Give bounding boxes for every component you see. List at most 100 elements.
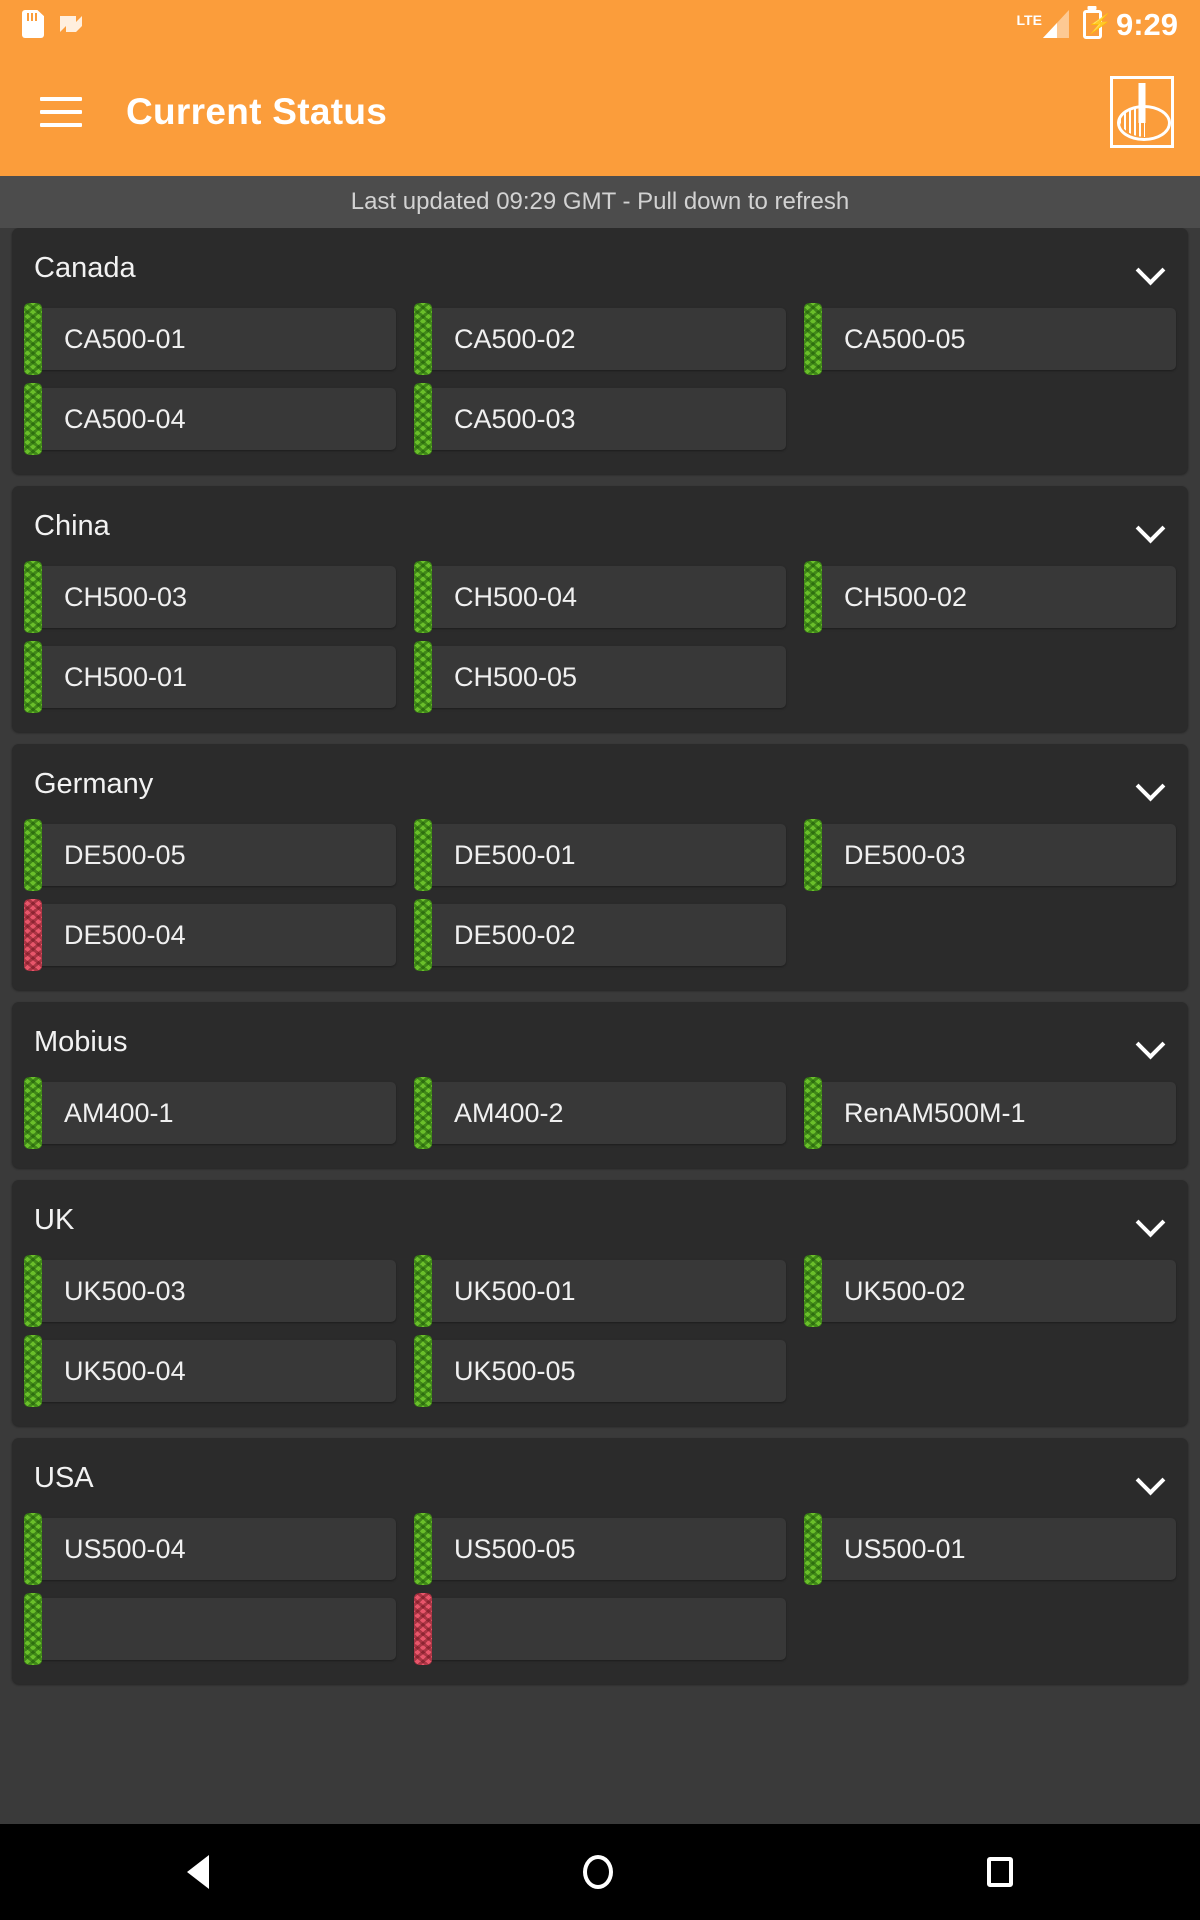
- machine-cell: CA500-05: [803, 303, 1176, 375]
- machine-card[interactable]: UK500-03: [24, 1255, 396, 1327]
- machine-card[interactable]: CA500-04: [24, 383, 396, 455]
- status-indicator-ok: [413, 1255, 432, 1327]
- group-header-usa[interactable]: USA: [12, 1438, 1188, 1518]
- machine-card[interactable]: AM400-2: [413, 1077, 786, 1149]
- machine-card[interactable]: CH500-05: [413, 641, 786, 713]
- machine-card[interactable]: UK500-04: [24, 1335, 396, 1407]
- machine-card[interactable]: CA500-02: [413, 303, 786, 375]
- machine-card[interactable]: CH500-02: [803, 561, 1176, 633]
- machine-card[interactable]: [24, 1593, 396, 1665]
- group-title: UK: [34, 1203, 75, 1236]
- machine-cell: UK500-02: [803, 1255, 1176, 1327]
- machine-cell: UK500-04: [24, 1335, 396, 1407]
- machine-card[interactable]: [413, 1593, 786, 1665]
- group-title: USA: [34, 1461, 94, 1494]
- status-indicator-ok: [24, 561, 42, 633]
- machine-name-label: DE500-02: [453, 919, 576, 950]
- machine-card[interactable]: UK500-05: [413, 1335, 786, 1407]
- machine-cell: DE500-04: [24, 899, 396, 971]
- machine-cell: AM400-1: [24, 1077, 396, 1149]
- app-bar: Current Status: [0, 48, 1200, 176]
- status-indicator-ok: [803, 561, 822, 633]
- machine-card[interactable]: US500-05: [413, 1513, 786, 1585]
- machine-cell: CA500-02: [413, 303, 786, 375]
- machine-grid: AM400-1 AM400-2 RenAM500M-1: [12, 1077, 1188, 1149]
- status-indicator-ok: [803, 1077, 822, 1149]
- machine-card[interactable]: US500-04: [24, 1513, 396, 1585]
- machine-cell: CA500-03: [413, 383, 786, 455]
- machine-card[interactable]: DE500-02: [413, 899, 786, 971]
- machine-card[interactable]: CA500-01: [24, 303, 396, 375]
- group-header-uk[interactable]: UK: [12, 1180, 1188, 1260]
- group-header-mobius[interactable]: Mobius: [12, 1002, 1188, 1082]
- chevron-down-icon[interactable]: [1136, 1206, 1164, 1234]
- machine-group: Germany DE500-05 DE500-01 DE500-03 DE500-04 D…: [12, 744, 1188, 990]
- machine-card[interactable]: DE500-04: [24, 899, 396, 971]
- machine-name-label: DE500-05: [64, 839, 186, 870]
- machine-card[interactable]: DE500-05: [24, 819, 396, 891]
- machine-card[interactable]: UK500-02: [803, 1255, 1176, 1327]
- chevron-down-icon[interactable]: [1136, 1464, 1164, 1492]
- machine-name-label: US500-05: [453, 1533, 576, 1564]
- machine-card[interactable]: AM400-1: [24, 1077, 396, 1149]
- status-indicator-ok: [803, 303, 822, 375]
- status-indicator-ok: [24, 1593, 42, 1665]
- machine-cell: DE500-01: [413, 819, 786, 891]
- machine-card[interactable]: DE500-01: [413, 819, 786, 891]
- last-updated-banner[interactable]: Last updated 09:29 GMT - Pull down to re…: [0, 176, 1200, 228]
- back-triangle-icon[interactable]: [187, 1855, 209, 1889]
- status-indicator-error: [413, 1593, 432, 1665]
- machine-card[interactable]: CH500-03: [24, 561, 396, 633]
- chevron-down-icon[interactable]: [1136, 1028, 1164, 1056]
- machine-card[interactable]: RenAM500M-1: [803, 1077, 1176, 1149]
- status-indicator-ok: [24, 1335, 42, 1407]
- clock-label: 9:29: [1115, 6, 1178, 42]
- chevron-down-icon[interactable]: [1136, 254, 1164, 282]
- status-indicator-ok: [413, 303, 432, 375]
- machine-name-label: CH500-02: [843, 581, 968, 612]
- machine-group-list[interactable]: Canada CA500-01 CA500-02 CA500-05 CA500-04 CA…: [0, 228, 1200, 1824]
- machine-card[interactable]: UK500-01: [413, 1255, 786, 1327]
- status-indicator-ok: [24, 1077, 42, 1149]
- hamburger-menu-icon[interactable]: [40, 97, 82, 127]
- machine-cell: US500-04: [24, 1513, 396, 1585]
- group-header-canada[interactable]: Canada: [12, 228, 1188, 308]
- status-indicator-ok: [413, 1335, 432, 1407]
- status-indicator-ok: [413, 561, 432, 633]
- machine-name-label: CA500-02: [453, 323, 576, 354]
- machine-name-label: UK500-02: [843, 1275, 966, 1306]
- machine-name-label: DE500-04: [64, 919, 186, 950]
- machine-name-label: CH500-05: [453, 661, 578, 692]
- machine-group: Mobius AM400-1 AM400-2 RenAM500M-1: [12, 1002, 1188, 1168]
- system-status-bar: LTE ⚡ 9:29: [0, 0, 1200, 48]
- machine-grid: CA500-01 CA500-02 CA500-05 CA500-04 CA500-03: [12, 303, 1188, 455]
- battery-charging-icon: ⚡: [1082, 9, 1110, 39]
- machine-name-label: CA500-04: [64, 403, 186, 434]
- machine-card[interactable]: DE500-03: [803, 819, 1176, 891]
- machine-card[interactable]: CH500-04: [413, 561, 786, 633]
- machine-name-label: AM400-1: [64, 1097, 174, 1128]
- home-circle-icon[interactable]: [583, 1855, 613, 1889]
- machine-cell: CH500-05: [413, 641, 786, 713]
- machine-card[interactable]: CA500-03: [413, 383, 786, 455]
- machine-name-label: CH500-01: [64, 661, 188, 692]
- machine-cell: DE500-05: [24, 819, 396, 891]
- group-header-china[interactable]: China: [12, 486, 1188, 566]
- machine-cell: CH500-04: [413, 561, 786, 633]
- machine-cell: RenAM500M-1: [803, 1077, 1176, 1149]
- machine-name-label: CH500-03: [64, 581, 188, 612]
- machine-name-label: UK500-04: [64, 1355, 186, 1386]
- machine-card[interactable]: CH500-01: [24, 641, 396, 713]
- chevron-down-icon[interactable]: [1136, 770, 1164, 798]
- status-indicator-ok: [24, 819, 42, 891]
- machine-name-label: US500-04: [64, 1533, 186, 1564]
- machine-cell: US500-05: [413, 1513, 786, 1585]
- machine-card[interactable]: US500-01: [803, 1513, 1176, 1585]
- machine-card[interactable]: CA500-05: [803, 303, 1176, 375]
- chevron-down-icon[interactable]: [1136, 512, 1164, 540]
- machine-cell: CH500-02: [803, 561, 1176, 633]
- group-title: Germany: [34, 767, 154, 800]
- recents-square-icon[interactable]: [987, 1857, 1013, 1887]
- machine-grid: DE500-05 DE500-01 DE500-03 DE500-04 DE500-02: [12, 819, 1188, 971]
- group-header-germany[interactable]: Germany: [12, 744, 1188, 824]
